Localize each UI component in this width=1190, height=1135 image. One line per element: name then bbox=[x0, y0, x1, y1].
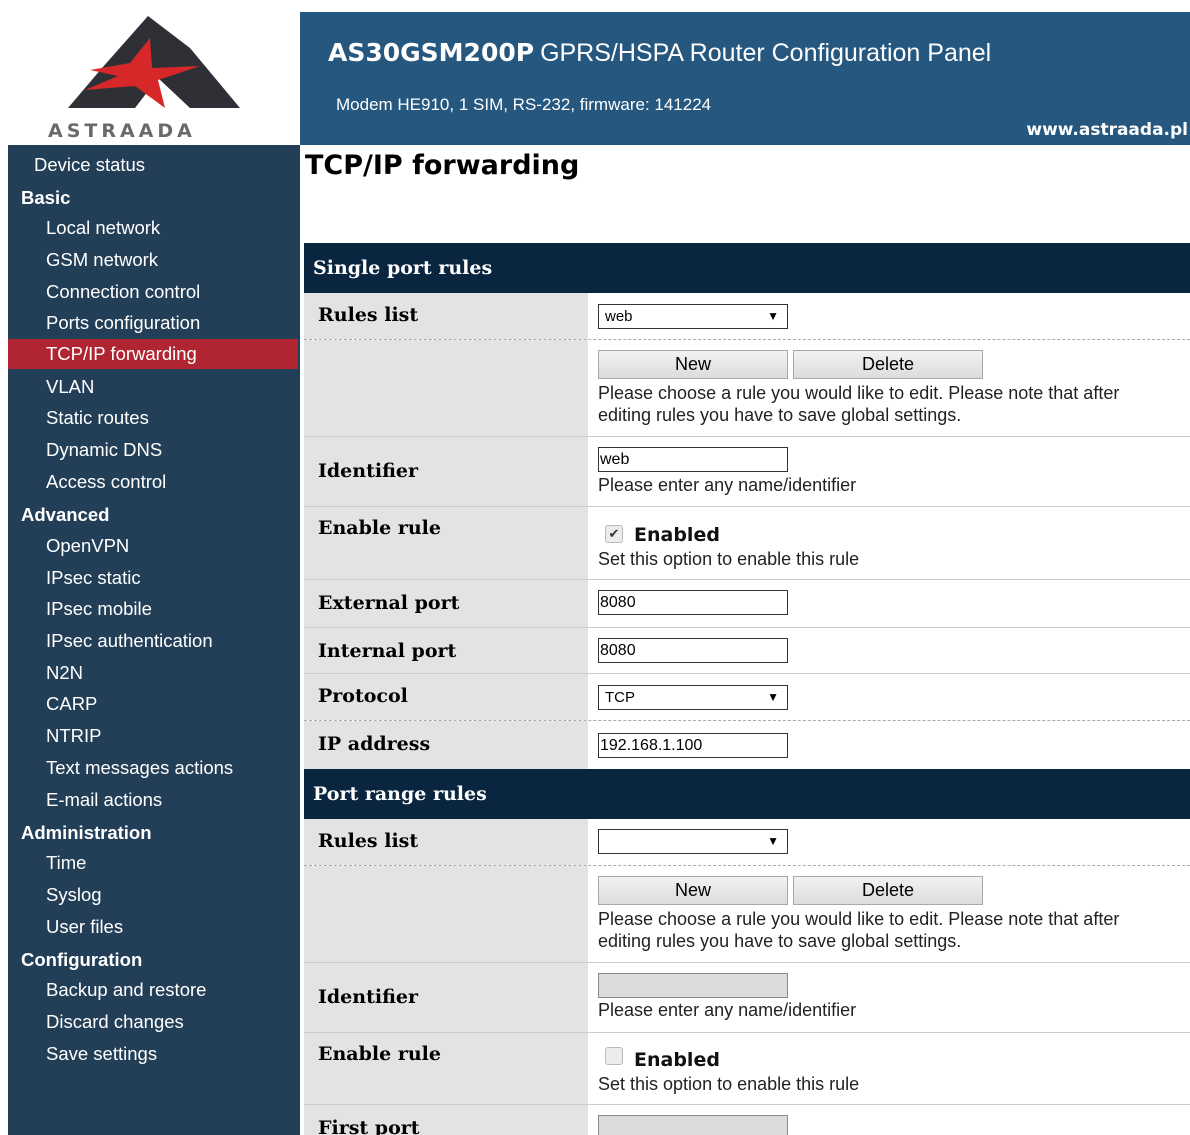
sidebar-item-dynamic-dns[interactable]: Dynamic DNS bbox=[8, 435, 298, 465]
single-identifier-label: Identifier bbox=[304, 437, 588, 506]
range-identifier-hint: Please enter any name/identifier bbox=[598, 1000, 857, 1020]
single-enabled-label: Enabled bbox=[634, 524, 720, 546]
sidebar: Device status Basic Local network GSM ne… bbox=[8, 145, 300, 1135]
protocol-label: Protocol bbox=[304, 674, 588, 720]
logo-text: ASTRAADA bbox=[48, 120, 196, 142]
chevron-down-icon: ▼ bbox=[767, 690, 779, 704]
protocol-select[interactable]: TCP ▼ bbox=[598, 685, 788, 710]
single-enable-rule-label: Enable rule bbox=[304, 507, 588, 579]
website-link[interactable]: www.astraada.pl bbox=[1026, 120, 1188, 140]
internal-port-input[interactable]: 8080 bbox=[598, 638, 788, 663]
ip-address-row: IP address 192.168.1.100 bbox=[304, 721, 1190, 769]
first-port-label: First port bbox=[304, 1105, 588, 1135]
range-delete-rule-button[interactable]: Delete bbox=[793, 876, 983, 905]
sidebar-item-local-network[interactable]: Local network bbox=[8, 213, 298, 243]
sidebar-section-basic: Basic bbox=[21, 187, 71, 208]
header: AS30GSM200P GPRS/HSPA Router Configuratio… bbox=[300, 12, 1190, 145]
header-subtitle: Modem HE910, 1 SIM, RS-232, firmware: 14… bbox=[336, 95, 712, 114]
range-enable-rule-label: Enable rule bbox=[304, 1033, 588, 1104]
sidebar-item-discard-changes[interactable]: Discard changes bbox=[8, 1007, 298, 1037]
single-identifier-row: Identifier web Please enter any name/ide… bbox=[304, 437, 1190, 507]
sidebar-item-time[interactable]: Time bbox=[8, 848, 298, 878]
range-enable-hint: Set this option to enable this rule bbox=[598, 1074, 860, 1094]
sidebar-section-configuration: Configuration bbox=[21, 949, 143, 970]
single-rules-list-row: Rules list web ▼ bbox=[304, 293, 1190, 340]
ip-address-label: IP address bbox=[304, 721, 588, 769]
internal-port-row: Internal port 8080 bbox=[304, 628, 1190, 674]
protocol-value: TCP bbox=[605, 689, 635, 706]
single-rule-actions-row: New Delete Please choose a rule you woul… bbox=[304, 340, 1190, 437]
single-identifier-input[interactable]: web bbox=[598, 447, 788, 472]
single-enable-checkbox[interactable]: ✔ bbox=[605, 525, 623, 543]
range-identifier-input[interactable] bbox=[598, 973, 788, 998]
sidebar-item-device-status[interactable]: Device status bbox=[8, 150, 298, 180]
range-choose-rule-hint-line2: editing rules you have to save global se… bbox=[598, 931, 962, 951]
external-port-label: External port bbox=[304, 580, 588, 627]
sidebar-item-static-routes[interactable]: Static routes bbox=[8, 403, 298, 433]
range-rule-actions-row: New Delete Please choose a rule you woul… bbox=[304, 866, 1190, 963]
single-rules-list-select[interactable]: web ▼ bbox=[598, 304, 788, 329]
external-port-input[interactable]: 8080 bbox=[598, 590, 788, 615]
sidebar-item-user-files[interactable]: User files bbox=[8, 912, 298, 942]
sidebar-item-ports-configuration[interactable]: Ports configuration bbox=[8, 308, 298, 338]
sidebar-item-openvpn[interactable]: OpenVPN bbox=[8, 531, 298, 561]
range-choose-rule-hint-line1: Please choose a rule you would like to e… bbox=[598, 909, 1120, 929]
range-new-rule-button[interactable]: New bbox=[598, 876, 788, 905]
single-enable-rule-row: Enable rule ✔ Enabled Set this option to… bbox=[304, 507, 1190, 580]
sidebar-item-ipsec-authentication[interactable]: IPsec authentication bbox=[8, 626, 298, 656]
protocol-row: Protocol TCP ▼ bbox=[304, 674, 1190, 721]
single-rules-list-label: Rules list bbox=[304, 293, 588, 339]
single-port-rules-header: Single port rules bbox=[300, 243, 1190, 293]
device-model: AS30GSM200P bbox=[328, 38, 535, 67]
first-port-input[interactable] bbox=[598, 1115, 788, 1135]
sidebar-item-vlan[interactable]: VLAN bbox=[8, 372, 298, 402]
range-identifier-label: Identifier bbox=[304, 963, 588, 1032]
range-rules-list-label: Rules list bbox=[304, 819, 588, 865]
range-rule-actions-label-cell bbox=[304, 866, 588, 962]
sidebar-item-email-actions[interactable]: E-mail actions bbox=[8, 785, 298, 815]
page-title: TCP/IP forwarding bbox=[305, 150, 580, 181]
sidebar-section-administration: Administration bbox=[21, 822, 152, 843]
sidebar-item-gsm-network[interactable]: GSM network bbox=[8, 245, 298, 275]
range-identifier-row: Identifier Please enter any name/identif… bbox=[304, 963, 1190, 1033]
sidebar-item-text-messages-actions[interactable]: Text messages actions bbox=[8, 753, 298, 783]
sidebar-item-n2n[interactable]: N2N bbox=[8, 658, 298, 688]
header-title: AS30GSM200P GPRS/HSPA Router Configuratio… bbox=[328, 38, 991, 68]
single-identifier-hint: Please enter any name/identifier bbox=[598, 475, 857, 495]
ip-address-input[interactable]: 192.168.1.100 bbox=[598, 733, 788, 758]
sidebar-item-carp[interactable]: CARP bbox=[8, 689, 298, 719]
single-delete-rule-button[interactable]: Delete bbox=[793, 350, 983, 379]
sidebar-item-backup-and-restore[interactable]: Backup and restore bbox=[8, 975, 298, 1005]
port-range-rules-header: Port range rules bbox=[300, 769, 1190, 819]
range-rules-list-select[interactable]: ▼ bbox=[598, 829, 788, 854]
single-choose-rule-hint-line2: editing rules you have to save global se… bbox=[598, 405, 962, 425]
single-enable-hint: Set this option to enable this rule bbox=[598, 549, 860, 569]
logo: ASTRAADA bbox=[0, 0, 300, 145]
range-enabled-label: Enabled bbox=[634, 1049, 720, 1071]
range-rules-list-row: Rules list ▼ bbox=[304, 819, 1190, 866]
sidebar-item-ntrip[interactable]: NTRIP bbox=[8, 721, 298, 751]
single-rule-actions-label-cell bbox=[304, 340, 588, 436]
range-enable-checkbox[interactable] bbox=[605, 1047, 623, 1065]
sidebar-section-advanced: Advanced bbox=[21, 504, 110, 525]
sidebar-item-tcpip-forwarding[interactable]: TCP/IP forwarding bbox=[8, 339, 298, 369]
logo-mark bbox=[68, 16, 240, 108]
single-rules-list-value: web bbox=[605, 308, 633, 325]
chevron-down-icon: ▼ bbox=[767, 834, 779, 848]
sidebar-item-ipsec-static[interactable]: IPsec static bbox=[8, 563, 298, 593]
first-port-row: First port bbox=[304, 1105, 1190, 1135]
sidebar-item-connection-control[interactable]: Connection control bbox=[8, 277, 298, 307]
sidebar-item-syslog[interactable]: Syslog bbox=[8, 880, 298, 910]
sidebar-item-ipsec-mobile[interactable]: IPsec mobile bbox=[8, 594, 298, 624]
external-port-row: External port 8080 bbox=[304, 580, 1190, 628]
chevron-down-icon: ▼ bbox=[767, 309, 779, 323]
range-enable-rule-row: Enable rule Enabled Set this option to e… bbox=[304, 1033, 1190, 1105]
single-choose-rule-hint-line1: Please choose a rule you would like to e… bbox=[598, 383, 1120, 403]
header-description: GPRS/HSPA Router Configuration Panel bbox=[540, 39, 992, 67]
internal-port-label: Internal port bbox=[304, 628, 588, 673]
sidebar-item-save-settings[interactable]: Save settings bbox=[8, 1039, 298, 1069]
single-new-rule-button[interactable]: New bbox=[598, 350, 788, 379]
sidebar-item-access-control[interactable]: Access control bbox=[8, 467, 298, 497]
